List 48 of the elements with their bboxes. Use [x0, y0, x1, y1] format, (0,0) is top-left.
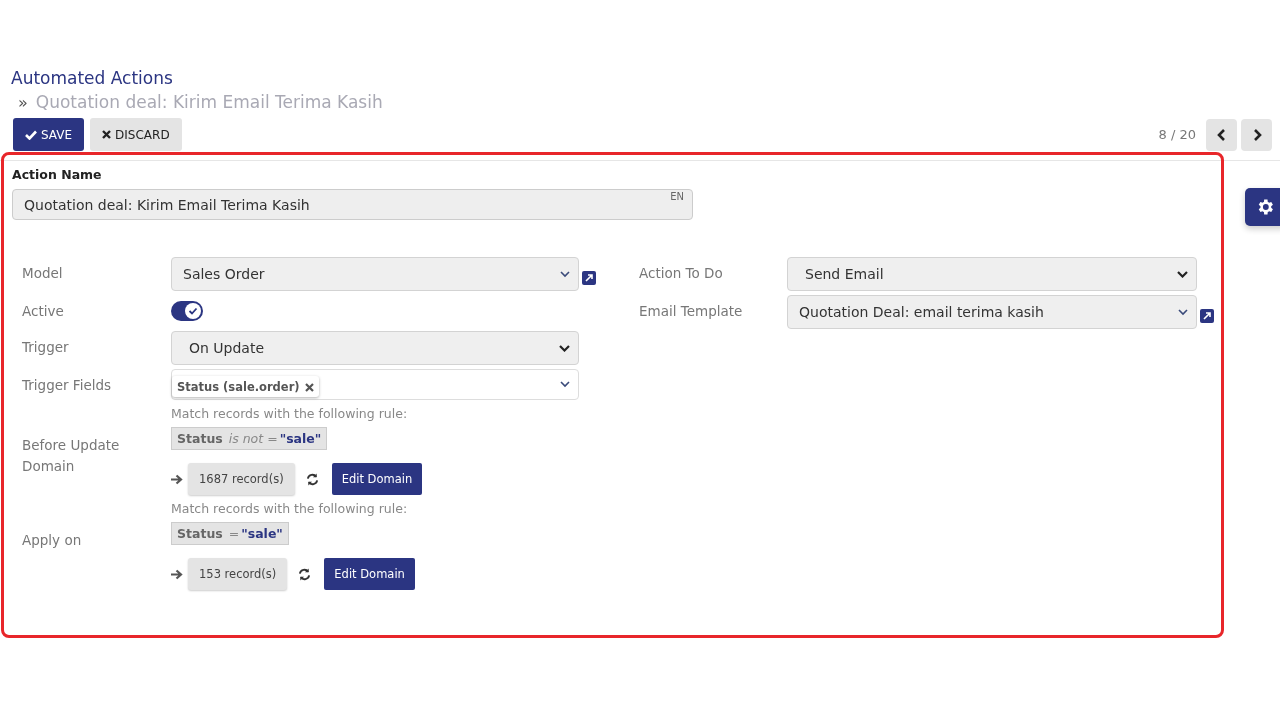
- field-label: Before Update Domain: [22, 436, 121, 476]
- field-label: Trigger Fields: [22, 376, 113, 395]
- record-title: Quotation deal: Kirim Email Terima Kasih: [35, 92, 383, 112]
- field-label: Model: [22, 264, 64, 283]
- chevron-icon: [1177, 270, 1188, 278]
- pager-counter: 8 / 20: [1158, 127, 1196, 142]
- select-field[interactable]: On Update: [171, 331, 579, 365]
- chevron-icon: [559, 344, 570, 352]
- field-label: Active: [22, 302, 65, 321]
- field-label: Apply on: [22, 531, 83, 550]
- rule-hint: Match records with the following rule:: [171, 406, 409, 421]
- language-tag[interactable]: EN: [670, 191, 684, 219]
- chevron-icon: [560, 381, 570, 388]
- dropdown-field[interactable]: Quotation Deal: email terima kasih: [787, 295, 1197, 329]
- chevron-icon: [1178, 308, 1188, 316]
- toggle-switch[interactable]: [171, 301, 203, 321]
- remove-icon[interactable]: [304, 382, 314, 392]
- refresh-icon[interactable]: [298, 567, 312, 581]
- chevron-icon: [560, 270, 570, 278]
- dropdown-field[interactable]: Sales Order: [171, 257, 579, 291]
- refresh-icon[interactable]: [305, 472, 319, 486]
- field-label: Action To Do: [639, 264, 724, 283]
- check-icon: [25, 129, 37, 140]
- field-label: Trigger: [22, 338, 70, 357]
- rule-hint: Match records with the following rule:: [171, 501, 409, 516]
- external-link-icon[interactable]: [582, 271, 596, 285]
- settings-button[interactable]: [1245, 188, 1280, 226]
- external-link-icon[interactable]: [1200, 309, 1214, 323]
- select-field[interactable]: Send Email: [787, 257, 1197, 291]
- close-icon: [102, 130, 112, 139]
- previous-button[interactable]: [1206, 118, 1237, 151]
- tags-field[interactable]: Status (sale.order): [171, 369, 579, 400]
- records-button[interactable]: 1687 record(s): [188, 463, 295, 495]
- action-name-field[interactable]: Quotation deal: Kirim Email Terima Kasih EN: [12, 189, 693, 220]
- save-button[interactable]: SAVE: [13, 118, 85, 151]
- tag-chip[interactable]: Status (sale.order): [172, 376, 319, 397]
- field-label: Action Name: [12, 167, 103, 182]
- next-button[interactable]: [1241, 118, 1272, 151]
- breadcrumb-separator: »: [18, 92, 28, 112]
- field-label: Email Template: [639, 302, 744, 321]
- chevron-left-icon: [1216, 128, 1227, 141]
- edit-domain-button[interactable]: Edit Domain: [324, 558, 415, 590]
- edit-domain-button[interactable]: Edit Domain: [331, 463, 423, 495]
- check-icon: [188, 307, 198, 315]
- breadcrumb-link[interactable]: Automated Actions: [11, 68, 173, 88]
- discard-button[interactable]: DISCARD: [90, 118, 182, 151]
- records-button[interactable]: 153 record(s): [188, 558, 288, 590]
- chevron-right-icon: [1251, 128, 1262, 141]
